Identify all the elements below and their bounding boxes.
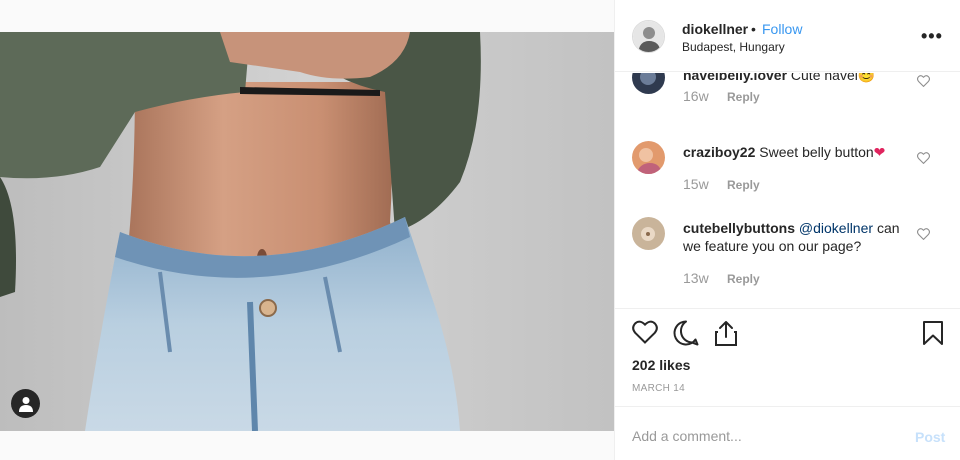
- share-button[interactable]: [714, 320, 738, 351]
- avatar-image: [632, 217, 665, 250]
- comment-avatar[interactable]: [632, 73, 665, 94]
- media-area: [0, 0, 614, 460]
- heart-outline-icon: [917, 152, 930, 165]
- heart-outline-icon: [917, 228, 930, 241]
- heart-outline-icon: [632, 320, 658, 344]
- comment-age[interactable]: 15w: [683, 176, 709, 192]
- avatar-image: [632, 141, 665, 174]
- photo-illustration: [0, 32, 614, 431]
- comment-username[interactable]: cutebellybuttons: [683, 220, 795, 236]
- follow-separator: •: [751, 21, 756, 37]
- add-comment-bar: Post: [615, 406, 960, 460]
- like-button[interactable]: [632, 320, 658, 349]
- comment-like-icon[interactable]: [917, 151, 930, 169]
- red-heart-emoji-icon: ❤: [873, 144, 886, 160]
- post-photo[interactable]: [0, 32, 614, 431]
- reply-button[interactable]: Reply: [727, 272, 760, 286]
- comment-age[interactable]: 16w: [683, 88, 709, 104]
- comment-body: Sweet belly button: [759, 144, 874, 160]
- bookmark-icon: [923, 321, 943, 345]
- post-side-panel: diokellner • Follow Budapest, Hungary ••…: [614, 0, 960, 460]
- post-date: MARCH 14: [632, 383, 685, 394]
- post-location[interactable]: Budapest, Hungary: [682, 40, 785, 54]
- save-button[interactable]: [922, 320, 944, 351]
- more-options-icon[interactable]: •••: [921, 26, 943, 47]
- user-tag-button[interactable]: [11, 389, 40, 418]
- likes-count[interactable]: 202 likes: [632, 357, 690, 373]
- comment-like-icon[interactable]: [917, 74, 930, 92]
- smile-emoji-icon: 😊: [857, 73, 876, 83]
- avatar-image: [633, 21, 664, 52]
- comment-avatar[interactable]: [632, 141, 665, 174]
- action-bar: [615, 310, 960, 350]
- heart-outline-icon: [917, 75, 930, 88]
- author-username[interactable]: diokellner: [682, 21, 748, 37]
- comment-button[interactable]: [673, 320, 699, 351]
- post-comment-button[interactable]: Post: [915, 429, 945, 445]
- avatar-image: [632, 73, 665, 94]
- reply-button[interactable]: Reply: [727, 178, 760, 192]
- comment-age[interactable]: 13w: [683, 270, 709, 286]
- comment-body: Cute navel: [790, 73, 858, 83]
- person-icon: [18, 396, 33, 412]
- author-avatar[interactable]: [632, 20, 665, 53]
- post-header: diokellner • Follow Budapest, Hungary ••…: [615, 0, 960, 72]
- comment-input[interactable]: [632, 425, 892, 447]
- comment-mention[interactable]: @diokellner: [799, 220, 873, 236]
- comment-text: cutebellybuttons @diokellner can we feat…: [683, 219, 913, 255]
- comments-list[interactable]: navelbelly.lover Cute navel😊 16w Reply c…: [615, 73, 960, 309]
- follow-button[interactable]: Follow: [762, 21, 802, 37]
- comment-like-icon[interactable]: [917, 227, 930, 245]
- comment-username[interactable]: craziboy22: [683, 144, 755, 160]
- reply-button[interactable]: Reply: [727, 90, 760, 104]
- comment-avatar[interactable]: [632, 217, 665, 250]
- comment-username[interactable]: navelbelly.lover: [683, 73, 787, 83]
- speech-bubble-icon: [673, 320, 699, 346]
- comment-text: craziboy22 Sweet belly button❤: [683, 143, 913, 161]
- share-arrow-icon: [715, 321, 737, 346]
- comment-text: navelbelly.lover Cute navel😊: [683, 73, 913, 84]
